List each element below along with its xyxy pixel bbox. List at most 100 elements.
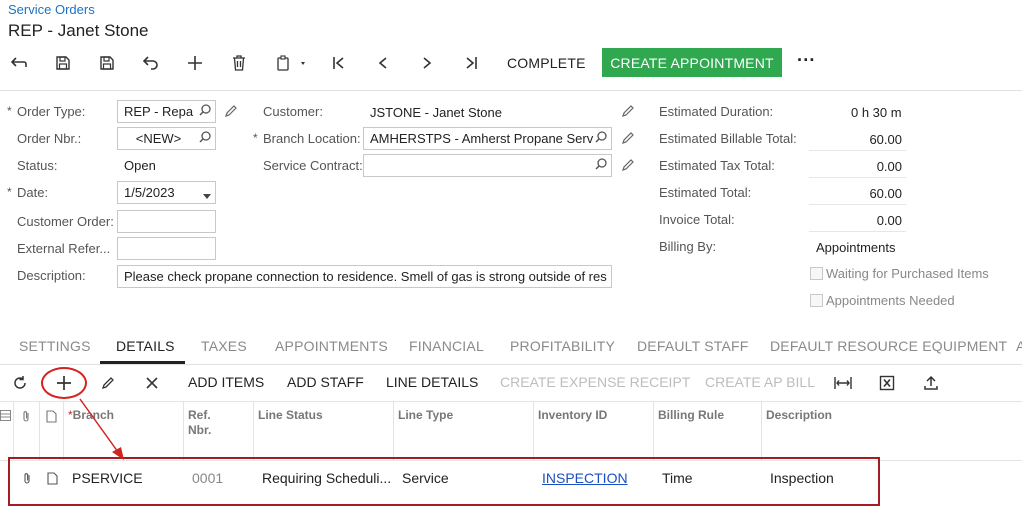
- order-nbr-label: Order Nbr.:: [17, 131, 82, 146]
- column-header-line-status[interactable]: Line Status: [253, 402, 393, 460]
- branch-location-label: Branch Location:: [253, 131, 361, 146]
- edit-order-type-icon[interactable]: [224, 104, 238, 121]
- invoice-total-label: Invoice Total:: [659, 212, 735, 227]
- estimated-billable-total-label: Estimated Billable Total:: [659, 131, 797, 146]
- waiting-for-purchased-checkbox[interactable]: [810, 267, 823, 280]
- description-label: Description:: [17, 268, 86, 283]
- service-contract-label: Service Contract:: [263, 158, 363, 173]
- order-type-value: REP - Repa: [124, 104, 194, 119]
- annotation-row-highlight: [8, 457, 880, 506]
- tab-profitability[interactable]: PROFITABILITY: [510, 338, 615, 354]
- billing-by-label: Billing By:: [659, 239, 717, 254]
- add-icon[interactable]: [183, 51, 207, 75]
- tab-default-resource-equipment[interactable]: DEFAULT RESOURCE EQUIPMENT: [770, 338, 1007, 354]
- column-header-billing-rule[interactable]: Billing Rule: [653, 402, 761, 460]
- save-close-icon[interactable]: [95, 51, 119, 75]
- more-icon[interactable]: ···: [797, 50, 816, 71]
- customer-value: JSTONE - Janet Stone: [370, 105, 502, 120]
- edit-branch-location-icon[interactable]: [621, 131, 635, 148]
- customer-order-field[interactable]: [117, 210, 216, 233]
- appointments-needed-checkbox[interactable]: [810, 294, 823, 307]
- date-label: Date:: [7, 185, 48, 200]
- line-details-button[interactable]: LINE DETAILS: [386, 374, 478, 390]
- column-header-ref-nbr-line2: Nbr.: [188, 423, 212, 437]
- annotation-circle: [41, 367, 87, 399]
- column-header-branch-label: Branch: [72, 408, 115, 422]
- refresh-icon[interactable]: [9, 372, 31, 394]
- create-expense-receipt-button[interactable]: CREATE EXPENSE RECEIPT: [500, 374, 690, 390]
- order-nbr-value: <NEW>: [135, 131, 182, 146]
- page-title: REP - Janet Stone: [8, 21, 149, 40]
- status-label: Status:: [17, 158, 58, 173]
- create-ap-bill-button[interactable]: CREATE AP BILL: [705, 374, 815, 390]
- first-icon[interactable]: [327, 51, 351, 75]
- estimated-duration-label: Estimated Duration:: [659, 104, 774, 119]
- estimated-duration-value: 0 h 30 m: [851, 105, 902, 120]
- billing-by-value: Appointments: [816, 240, 896, 255]
- customer-label: Customer:: [263, 104, 323, 119]
- prev-icon[interactable]: [371, 51, 395, 75]
- note-column-icon: [39, 402, 63, 460]
- customer-order-label: Customer Order:: [17, 214, 114, 229]
- column-header-inventory-id[interactable]: Inventory ID: [533, 402, 653, 460]
- column-header-ref-nbr[interactable]: Ref. Nbr.: [183, 402, 253, 460]
- search-icon[interactable]: [595, 158, 607, 173]
- save-icon[interactable]: [51, 51, 75, 75]
- estimated-tax-total-value: 0.00: [809, 156, 906, 178]
- add-items-button[interactable]: ADD ITEMS: [188, 374, 264, 390]
- upload-icon[interactable]: [920, 372, 942, 394]
- toolbar-divider: [0, 90, 1022, 91]
- search-icon[interactable]: [595, 131, 607, 146]
- date-field[interactable]: 1/5/2023: [117, 181, 216, 204]
- status-value: Open: [124, 158, 156, 173]
- undo-icon[interactable]: [139, 51, 163, 75]
- column-header-branch[interactable]: *Branch: [63, 402, 183, 460]
- date-value: 1/5/2023: [124, 185, 175, 200]
- branch-location-value: AMHERSTPS - Amherst Propane Serv: [370, 131, 594, 146]
- branch-location-field[interactable]: AMHERSTPS - Amherst Propane Serv: [363, 127, 612, 150]
- copy-paste-icon[interactable]: [271, 51, 311, 75]
- order-nbr-field[interactable]: <NEW>: [117, 127, 216, 150]
- tab-default-staff[interactable]: DEFAULT STAFF: [637, 338, 749, 354]
- create-appointment-button[interactable]: CREATE APPOINTMENT: [602, 48, 782, 77]
- service-contract-field[interactable]: [363, 154, 612, 177]
- order-type-label: Order Type:: [7, 104, 85, 119]
- tab-details[interactable]: DETAILS: [116, 338, 175, 354]
- estimated-tax-total-label: Estimated Tax Total:: [659, 158, 775, 173]
- attachment-column-icon: [13, 402, 39, 460]
- edit-customer-icon[interactable]: [621, 104, 635, 121]
- order-type-field[interactable]: REP - Repa: [117, 100, 216, 123]
- fit-columns-icon[interactable]: [832, 372, 854, 394]
- tab-taxes[interactable]: TAXES: [201, 338, 247, 354]
- invoice-total-value: 0.00: [809, 210, 906, 232]
- export-excel-icon[interactable]: [876, 372, 898, 394]
- tab-overflow[interactable]: A: [1016, 338, 1022, 354]
- external-ref-label: External Refer...: [17, 241, 111, 256]
- edit-service-contract-icon[interactable]: [621, 158, 635, 175]
- next-icon[interactable]: [415, 51, 439, 75]
- estimated-total-value: 60.00: [809, 183, 906, 205]
- search-icon[interactable]: [199, 104, 211, 119]
- column-header-line-type[interactable]: Line Type: [393, 402, 533, 460]
- external-ref-field[interactable]: [117, 237, 216, 260]
- description-field[interactable]: Please check propane connection to resid…: [117, 265, 612, 288]
- delete-icon[interactable]: [227, 51, 251, 75]
- delete-row-icon[interactable]: [141, 372, 163, 394]
- waiting-for-purchased-label: Waiting for Purchased Items: [826, 266, 989, 281]
- last-icon[interactable]: [459, 51, 483, 75]
- back-icon[interactable]: [7, 51, 31, 75]
- tab-settings[interactable]: SETTINGS: [19, 338, 91, 354]
- estimated-billable-total-value: 60.00: [809, 129, 906, 151]
- edit-row-icon[interactable]: [97, 372, 119, 394]
- column-header-description[interactable]: Description: [761, 402, 1022, 460]
- grid-settings-icon[interactable]: [0, 402, 13, 460]
- tab-appointments[interactable]: APPOINTMENTS: [275, 338, 388, 354]
- complete-button[interactable]: COMPLETE: [507, 55, 586, 71]
- tab-financial[interactable]: FINANCIAL: [409, 338, 484, 354]
- tab-divider: [0, 364, 1022, 365]
- add-staff-button[interactable]: ADD STAFF: [287, 374, 364, 390]
- breadcrumb-service-orders[interactable]: Service Orders: [8, 2, 95, 17]
- chevron-down-icon[interactable]: [203, 188, 211, 202]
- estimated-total-label: Estimated Total:: [659, 185, 752, 200]
- search-icon[interactable]: [199, 131, 211, 146]
